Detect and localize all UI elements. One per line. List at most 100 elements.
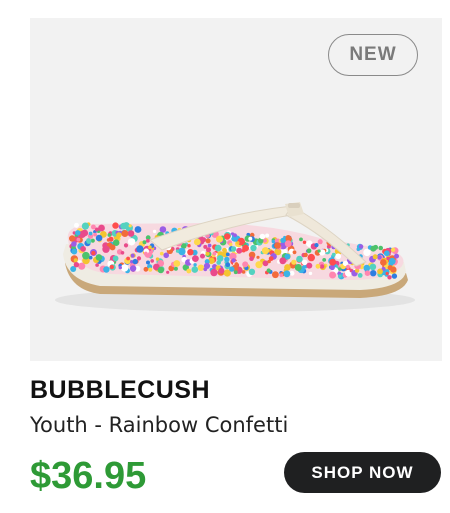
confetti-dot (136, 245, 144, 253)
confetti-dot (216, 255, 224, 262)
confetti-dot (231, 258, 236, 263)
confetti-dot (358, 244, 364, 249)
confetti-dot (242, 244, 250, 252)
confetti-dot (152, 229, 157, 234)
confetti-dot (187, 244, 191, 248)
confetti-dot (274, 242, 281, 249)
confetti-dot (108, 236, 114, 242)
confetti-dot (112, 255, 119, 262)
confetti-dot (357, 273, 363, 278)
confetti-dot (233, 270, 238, 275)
confetti-dot (109, 244, 116, 251)
confetti-dot (93, 232, 97, 237)
confetti-dot (178, 247, 186, 256)
confetti-dot (307, 253, 315, 262)
confetti-dot (136, 256, 142, 261)
confetti-dot (91, 250, 96, 256)
shop-now-button[interactable]: SHOP NOW (284, 452, 441, 493)
confetti-dot (210, 268, 218, 277)
confetti-dot (76, 237, 81, 242)
confetti-dot (207, 243, 212, 248)
confetti-dot (380, 259, 387, 266)
confetti-dot (109, 264, 115, 270)
confetti-dot (146, 238, 150, 243)
confetti-dot (236, 247, 243, 254)
confetti-dot (82, 251, 90, 260)
confetti-dot (186, 268, 192, 274)
confetti-dot (338, 267, 342, 271)
confetti-dot (292, 250, 297, 255)
product-card[interactable]: NEW BUBBLECUSH Youth - Rainbow Confetti … (0, 0, 450, 513)
confetti-dot (303, 252, 308, 258)
confetti-dot (155, 257, 160, 261)
confetti-dot (143, 266, 149, 272)
confetti-dot (319, 264, 325, 269)
confetti-dot (214, 244, 222, 252)
confetti-dot (272, 271, 279, 279)
confetti-dot (71, 248, 78, 255)
confetti-dot (75, 230, 81, 236)
confetti-dot (126, 256, 130, 261)
confetti-dot (116, 232, 122, 238)
confetti-dot (363, 248, 371, 257)
confetti-dot (390, 247, 396, 252)
confetti-dot (203, 244, 208, 249)
confetti-dot (205, 238, 211, 244)
confetti-dot (317, 249, 321, 253)
confetti-dot (271, 239, 275, 244)
confetti-dot (390, 266, 397, 273)
confetti-dot (301, 259, 308, 266)
confetti-dot (291, 259, 297, 265)
confetti-dot (369, 263, 377, 271)
confetti-dot (103, 266, 110, 273)
confetti-dot (370, 270, 377, 277)
confetti-dot (394, 253, 399, 259)
confetti-dot (80, 246, 86, 252)
confetti-dot (284, 264, 291, 271)
confetti-dot (386, 256, 390, 261)
confetti-dot (279, 257, 287, 265)
confetti-dot (230, 246, 237, 252)
confetti-dot (88, 231, 93, 236)
confetti-dot (118, 265, 123, 270)
confetti-dot (74, 222, 79, 228)
confetti-dot (86, 238, 91, 243)
confetti-dot (294, 264, 302, 271)
product-name[interactable]: BUBBLECUSH (30, 376, 210, 405)
confetti-dot (314, 243, 319, 248)
confetti-dot (248, 268, 256, 275)
confetti-dot (256, 255, 260, 259)
confetti-dot (242, 261, 249, 268)
product-image-panel[interactable]: NEW (30, 18, 442, 361)
confetti-dot (218, 267, 225, 274)
confetti-dot (317, 239, 323, 245)
confetti-dot (193, 238, 201, 246)
confetti-dot (134, 226, 142, 233)
confetti-dot (370, 245, 377, 252)
new-badge: NEW (328, 34, 418, 76)
confetti-dot (229, 242, 233, 247)
confetti-dot (388, 257, 396, 265)
confetti-dot (173, 266, 178, 271)
confetti-dot (308, 271, 313, 276)
product-variant: Youth - Rainbow Confetti (30, 413, 289, 437)
confetti-dot (322, 258, 327, 262)
confetti-dot (229, 266, 235, 272)
confetti-dot (364, 270, 371, 276)
confetti-dot (78, 262, 86, 270)
confetti-dot (378, 245, 384, 251)
confetti-dot (157, 266, 165, 274)
confetti-dot (102, 245, 110, 253)
confetti-dot (216, 235, 223, 243)
confetti-dot (306, 248, 312, 254)
confetti-dot (212, 251, 217, 256)
confetti-dot (130, 253, 135, 258)
confetti-dot (132, 258, 138, 265)
confetti-dot (338, 274, 342, 278)
confetti-dot (289, 271, 295, 276)
confetti-dot (187, 249, 194, 256)
confetti-dot (383, 250, 390, 257)
confetti-dot (363, 264, 371, 272)
confetti-dot (391, 273, 398, 279)
confetti-dot (127, 238, 136, 246)
